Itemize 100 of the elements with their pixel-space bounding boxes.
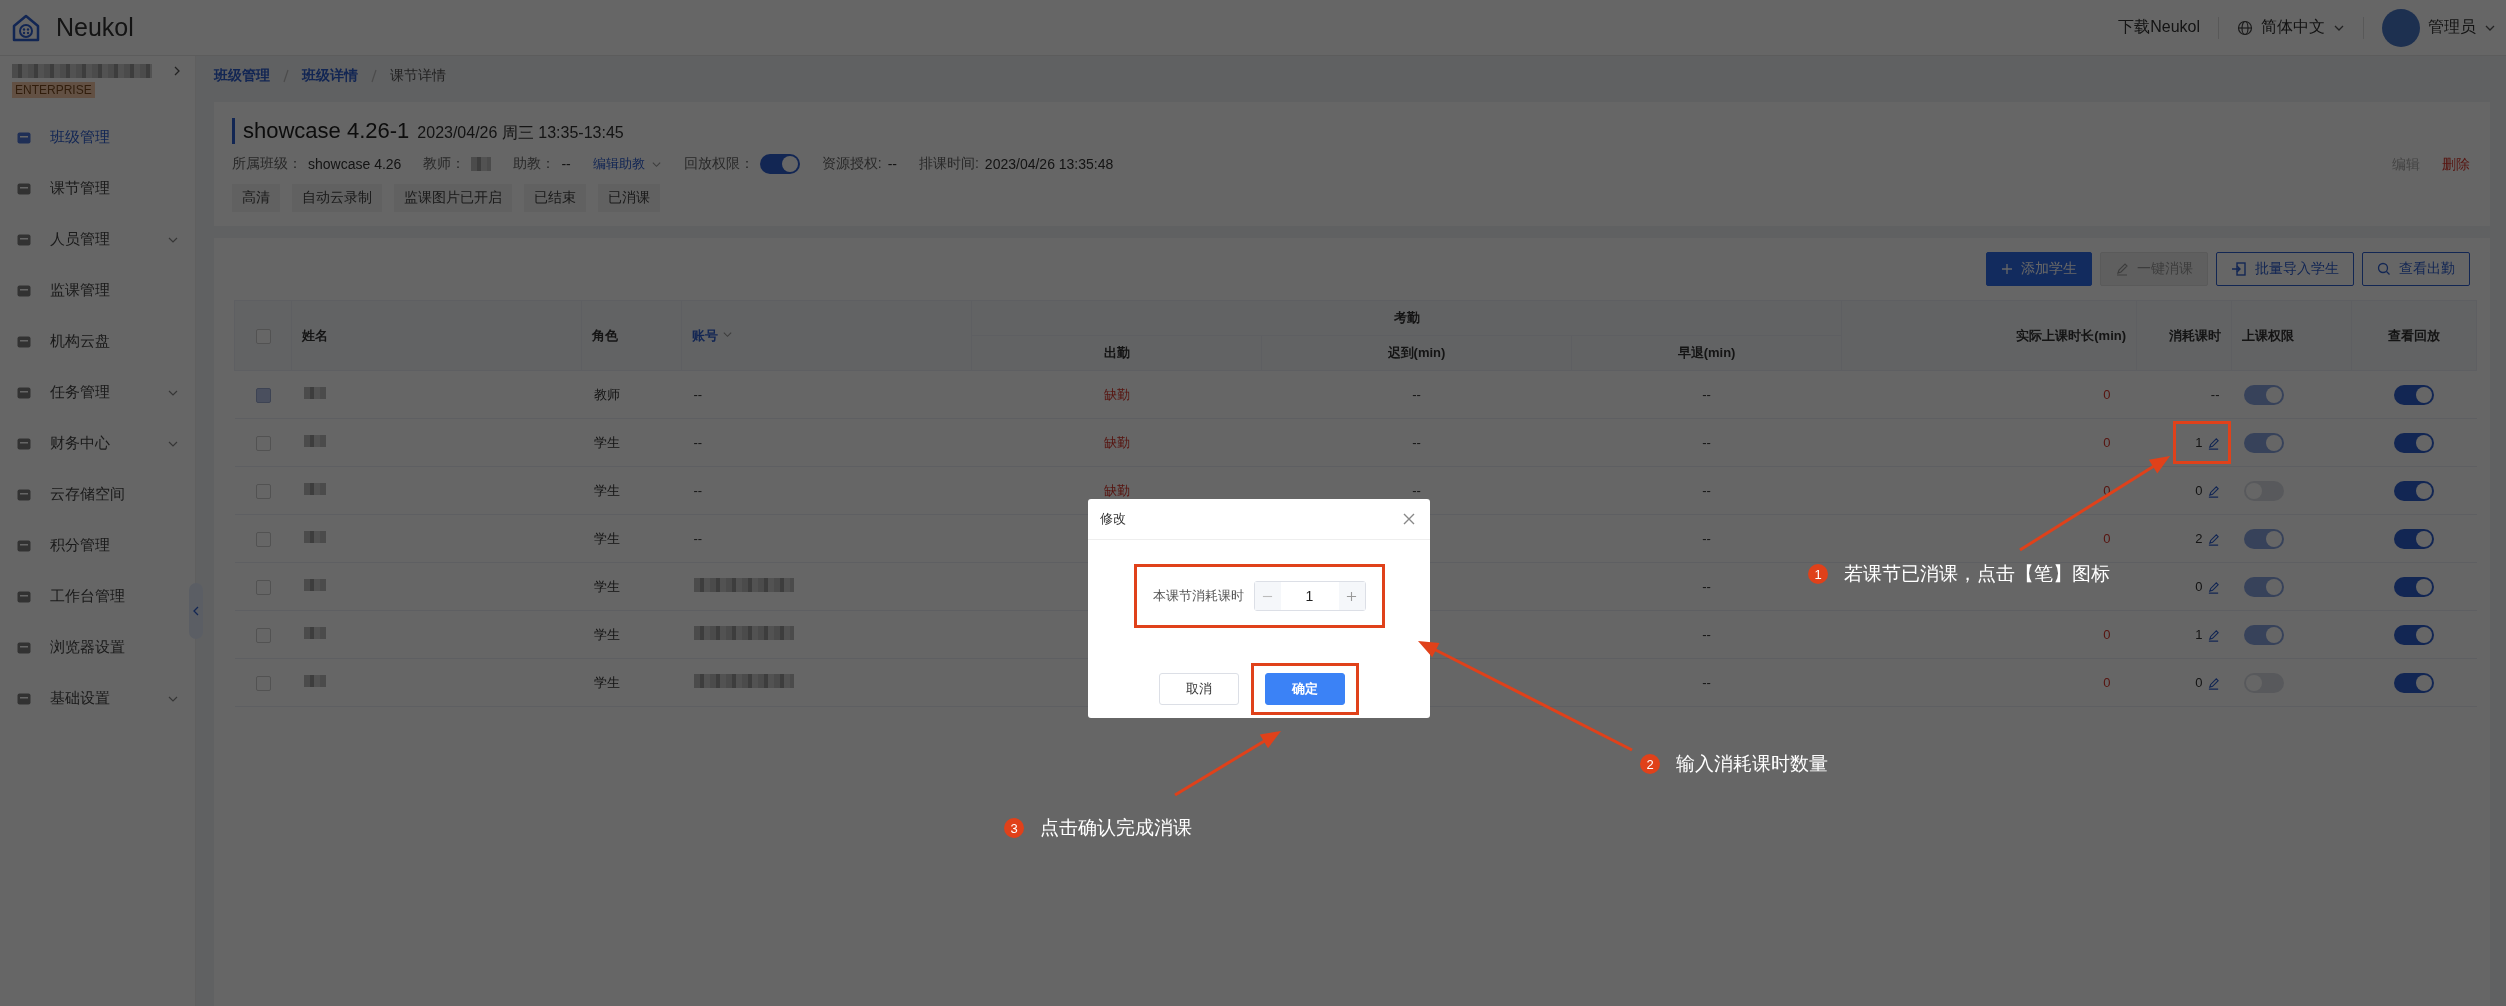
number-stepper[interactable]: 1 <box>1253 581 1366 611</box>
table-cell: -- <box>693 531 703 546</box>
table-cell: -- <box>693 387 703 402</box>
field-label: 教师： <box>423 155 466 173</box>
toggle-switch[interactable] <box>2243 624 2284 645</box>
search-icon <box>2377 262 2391 276</box>
breadcrumb-item[interactable]: 课节详情 <box>390 67 446 85</box>
annotation-text: 点击确认完成消课 <box>1040 816 1192 840</box>
toggle-switch[interactable] <box>2394 432 2435 453</box>
pen-icon[interactable] <box>2206 629 2220 643</box>
toggle-switch[interactable] <box>2394 528 2435 549</box>
pen-icon[interactable] <box>2206 677 2220 691</box>
toolbar-button[interactable]: 查看出勤 <box>2362 252 2470 286</box>
lesson-title: showcase 4.26-1 <box>243 118 410 144</box>
sidebar-item[interactable]: 班级管理 <box>0 112 195 163</box>
sidebar-item[interactable]: 机构云盘 <box>0 316 195 367</box>
breadcrumb-item[interactable]: 班级管理 <box>214 67 270 85</box>
toggle-switch[interactable] <box>2243 528 2284 549</box>
pen-icon[interactable] <box>2206 581 2220 595</box>
cancel-button[interactable]: 取消 <box>1159 673 1239 705</box>
table-cell: -- <box>2210 387 2220 402</box>
status-tag: 自动云录制 <box>292 184 382 212</box>
field-value: -- <box>561 156 571 172</box>
redacted-text <box>303 435 326 447</box>
toggle-switch[interactable] <box>2394 624 2435 645</box>
table-cell: -- <box>1702 627 1711 642</box>
sidebar-item[interactable]: 云存储空间 <box>0 469 195 520</box>
table-cell: 1 <box>2195 434 2203 450</box>
redacted-text <box>303 387 326 399</box>
column-header: 上课权限 <box>2242 327 2295 343</box>
table-cell-text: 0 <box>2103 387 2112 402</box>
lesson-time: 2023/04/26 周三 13:35-13:45 <box>417 123 624 143</box>
collapse-handle[interactable] <box>189 583 203 639</box>
table-cell: 学生 <box>593 434 620 450</box>
toggle-switch[interactable] <box>2243 432 2284 453</box>
table-cell-text: 0 <box>2103 531 2112 546</box>
breadcrumb-item[interactable]: 班级详情 <box>302 67 358 85</box>
table-cell: 1 <box>2195 626 2203 642</box>
table-cell: -- <box>1702 483 1711 498</box>
sidebar-item[interactable]: 课节管理 <box>0 163 195 214</box>
table-cell: 0 <box>2195 578 2203 594</box>
user-menu[interactable]: 管理员 <box>2428 17 2476 38</box>
table-cell: -- <box>1702 531 1711 546</box>
plus-icon[interactable] <box>1346 590 1357 602</box>
sidebar-item[interactable]: 财务中心 <box>0 418 195 469</box>
table-cell: -- <box>1412 435 1421 450</box>
redacted-text <box>471 157 492 171</box>
field-label: 助教： <box>513 155 556 173</box>
close-icon[interactable] <box>1402 512 1416 526</box>
table-cell: 学生 <box>593 674 620 690</box>
table-cell: -- <box>693 483 703 498</box>
pen-icon[interactable] <box>2206 533 2220 547</box>
toggle-switch[interactable] <box>2394 672 2435 693</box>
toggle-switch[interactable] <box>2394 576 2435 597</box>
globe-icon <box>2237 19 2253 36</box>
sidebar-item[interactable]: 积分管理 <box>0 520 195 571</box>
number-input[interactable]: 1 <box>1280 588 1339 604</box>
sidebar-item[interactable]: 任务管理 <box>0 367 195 418</box>
column-header: 姓名 <box>302 327 328 343</box>
annotation-text: 若课节已消课，点击【笔】图标 <box>1844 562 2110 586</box>
import-icon <box>2231 261 2247 277</box>
column-header: 角色 <box>592 327 618 343</box>
column-group-header: 考勤 <box>1393 310 1420 325</box>
action-link[interactable]: 删除 <box>2442 156 2470 174</box>
table-cell: -- <box>1412 387 1421 402</box>
table-cell: -- <box>1412 483 1421 498</box>
toolbar-button[interactable]: 添加学生 <box>1986 252 2092 286</box>
confirm-button[interactable]: 确定 <box>1265 673 1345 705</box>
table-cell: 学生 <box>593 578 620 594</box>
table-cell: 缺勤 <box>1103 482 1130 498</box>
toggle-switch[interactable] <box>2243 384 2284 405</box>
sidebar-item[interactable]: 基础设置 <box>0 673 195 724</box>
pen-icon[interactable] <box>2206 485 2220 499</box>
column-header: 实际上课时长(min) <box>2016 327 2127 343</box>
annotation-text: 输入消耗课时数量 <box>1676 752 1828 776</box>
toggle-switch[interactable] <box>2243 576 2284 597</box>
sortable-column-header[interactable]: 账号 <box>692 327 718 343</box>
redacted-text <box>303 627 326 639</box>
toggle-switch[interactable] <box>759 154 800 174</box>
sidebar-item[interactable]: 人员管理 <box>0 214 195 265</box>
avatar[interactable] <box>2382 8 2420 47</box>
download-link[interactable]: 下载Neukol <box>2118 17 2200 38</box>
column-header: 查看回放 <box>2388 327 2441 343</box>
toggle-switch[interactable] <box>2394 480 2435 501</box>
table-cell: -- <box>1702 579 1711 594</box>
table-cell-text: 0 <box>2103 675 2112 690</box>
field-label: 本课节消耗课时 <box>1152 587 1244 605</box>
sidebar-item[interactable]: 监课管理 <box>0 265 195 316</box>
table-cell: -- <box>1702 675 1711 690</box>
table-cell: -- <box>693 435 703 450</box>
field-value: 2023/04/26 13:35:48 <box>984 156 1114 172</box>
column-header: 出勤 <box>1103 345 1130 360</box>
table-cell: 缺勤 <box>1103 434 1130 450</box>
edit-assistant-link[interactable]: 编辑助教 <box>592 155 645 173</box>
plus-icon <box>2001 263 2013 275</box>
pen-icon[interactable] <box>2206 437 2220 451</box>
toggle-switch[interactable] <box>2394 384 2435 405</box>
toolbar-button[interactable]: 批量导入学生 <box>2216 252 2354 286</box>
table-cell: -- <box>1702 435 1711 450</box>
language-selector[interactable]: 简体中文 <box>2261 17 2325 38</box>
